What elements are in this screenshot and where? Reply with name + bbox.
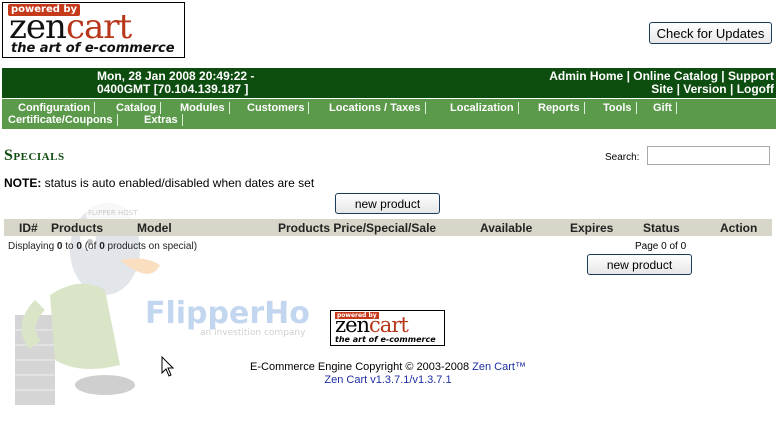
svg-text:FLIPPER HOST: FLIPPER HOST <box>88 209 138 217</box>
menu-locations-taxes[interactable]: Locations / Taxes <box>329 102 426 114</box>
menu-configuration[interactable]: Configuration <box>18 102 96 114</box>
menu-reports[interactable]: Reports <box>538 102 585 114</box>
menu-catalog[interactable]: Catalog <box>116 102 162 114</box>
footer-copyright: E-Commerce Engine Copyright © 2003-2008 … <box>250 361 526 386</box>
logo-tagline: the art of e-commerce <box>11 41 175 56</box>
new-product-button-bottom[interactable]: new product <box>587 254 692 275</box>
zen-cart-logo[interactable]: powered by zencart the art of e-commerce <box>2 2 185 58</box>
pagination-summary: Displaying 0 to 0 (of 0 products on spec… <box>8 241 198 252</box>
search-label: Search: <box>605 152 640 163</box>
svg-text:FlipperHost: FlipperHost <box>145 296 310 331</box>
col-status[interactable]: Status <box>643 221 680 235</box>
menu-certificate-coupons[interactable]: Certificate/Coupons <box>8 114 118 126</box>
col-action: Action <box>720 221 758 235</box>
footer-zen-cart-logo[interactable]: powered by zencart the art of e-commerce <box>330 310 445 346</box>
site-link[interactable]: Site <box>651 82 673 96</box>
page-count: Page 0 of 0 <box>635 241 687 252</box>
version-link[interactable]: Version <box>683 82 726 96</box>
col-expires: Expires <box>570 221 614 235</box>
logo-wordmark: zencart <box>9 7 132 47</box>
specials-table-header: ID# Products Model Products Price/Specia… <box>4 219 772 236</box>
version-info-link[interactable]: Zen Cart v1.3.7.1/v1.3.7.1 <box>324 374 451 386</box>
menu-customers[interactable]: Customers <box>247 102 310 114</box>
menu-extras[interactable]: Extras <box>144 114 183 126</box>
col-price: Products Price/Special/Sale <box>278 221 437 235</box>
search-input[interactable] <box>647 146 770 165</box>
col-available: Available <box>480 221 533 235</box>
zen-cart-link[interactable]: Zen Cart™ <box>472 361 526 373</box>
check-for-updates-button[interactable]: Check for Updates <box>649 22 772 44</box>
menu-modules[interactable]: Modules <box>180 102 230 114</box>
mouse-cursor-icon <box>161 356 175 377</box>
menu-tools[interactable]: Tools <box>603 102 637 114</box>
server-datetime: Mon, 28 Jan 2008 20:49:22 - 0400GMT [70.… <box>97 69 255 96</box>
admin-header-bar: Mon, 28 Jan 2008 20:49:22 - 0400GMT [70.… <box>2 68 776 98</box>
menu-localization[interactable]: Localization <box>450 102 519 114</box>
col-products[interactable]: Products <box>51 221 103 235</box>
admin-home-link[interactable]: Admin Home <box>549 69 623 83</box>
header-links: Admin Home | Online Catalog | Support Si… <box>549 69 774 96</box>
support-link[interactable]: Support <box>728 69 774 83</box>
menu-gift[interactable]: Gift <box>653 102 677 114</box>
logoff-link[interactable]: Logoff <box>737 82 774 96</box>
admin-menu-bar: Configuration Catalog Modules Customers … <box>2 99 776 129</box>
col-model[interactable]: Model <box>137 221 172 235</box>
page-title: Specials <box>4 147 65 164</box>
svg-text:an investition company: an investition company <box>200 328 306 338</box>
online-catalog-link[interactable]: Online Catalog <box>633 69 718 83</box>
new-product-button-top[interactable]: new product <box>335 193 440 214</box>
status-note: NOTE: status is auto enabled/disabled wh… <box>4 176 315 190</box>
col-id[interactable]: ID# <box>19 221 38 235</box>
